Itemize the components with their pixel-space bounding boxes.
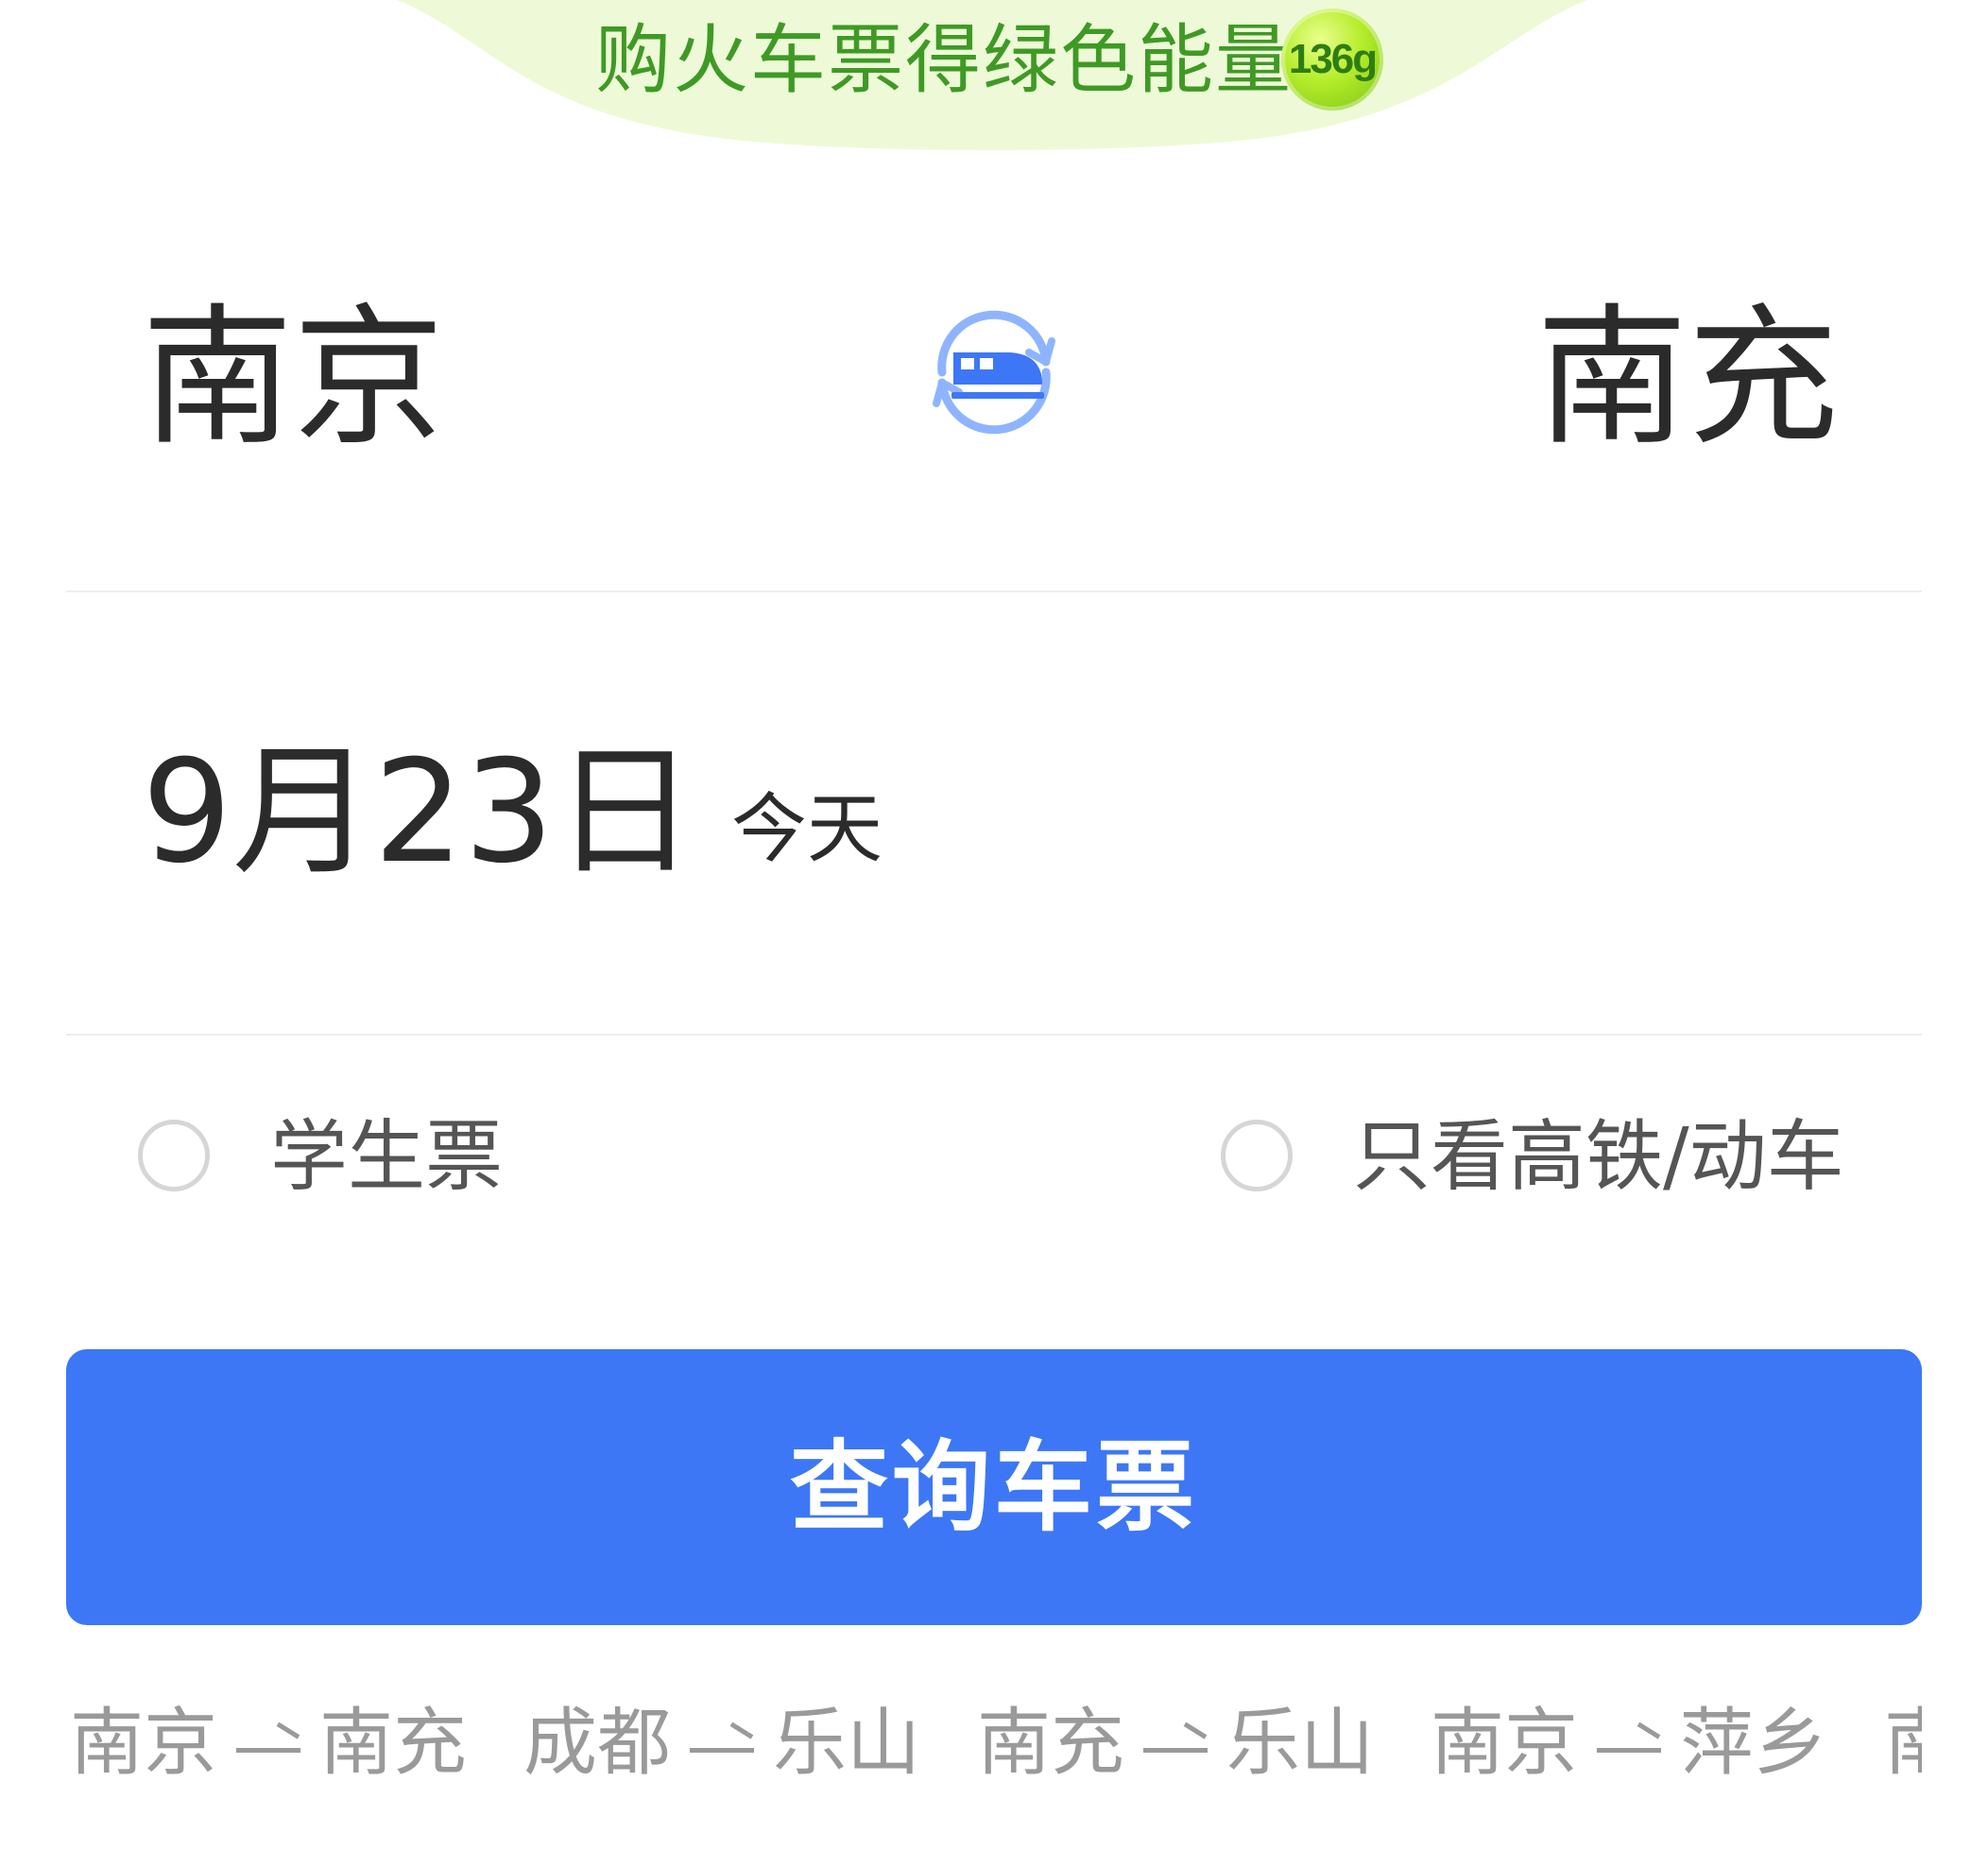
student-ticket-radio[interactable] <box>138 1120 210 1191</box>
history-from: 南京 <box>1431 1701 1579 1786</box>
date-relative-label: 今天 <box>731 785 883 873</box>
history-to: 乐山 <box>1226 1701 1375 1786</box>
history-from: 成都 <box>523 1701 672 1786</box>
history-to: 南充 <box>319 1701 468 1786</box>
highspeed-only-radio[interactable] <box>1221 1120 1293 1191</box>
history-item[interactable]: 南京 萍乡 <box>1431 1691 1827 1795</box>
divider <box>66 591 1922 592</box>
green-energy-banner[interactable]: 购火车票得绿色能量 136g <box>0 0 1988 161</box>
arrow-right-icon <box>1143 1739 1208 1757</box>
history-to: 乐山 <box>773 1701 921 1786</box>
arrow-right-icon <box>690 1739 755 1757</box>
history-item[interactable]: 南京 南充 <box>70 1691 467 1795</box>
arrival-city[interactable]: 南充 <box>1536 283 1839 472</box>
history-from: 南充 <box>977 1701 1125 1786</box>
history-to: 萍乡 <box>1680 1701 1828 1786</box>
swap-cities-button[interactable] <box>908 286 1080 458</box>
banner-text: 购火车票得绿色能量 <box>595 16 1293 104</box>
history-item[interactable]: 南 <box>1884 1691 1922 1795</box>
search-tickets-button[interactable]: 查询车票 <box>66 1349 1922 1625</box>
departure-date: 9月23日 <box>142 730 696 895</box>
departure-city[interactable]: 南京 <box>142 283 444 472</box>
train-swap-icon <box>933 310 1055 435</box>
search-history: 南京 南充 成都 乐山 南充 乐山 南京 萍乡 南 <box>70 1691 1922 1795</box>
history-from: 南京 <box>70 1701 218 1786</box>
highspeed-only-label: 只看高铁/动车 <box>1353 1112 1844 1202</box>
energy-badge: 136g <box>1281 9 1383 111</box>
divider <box>66 1034 1922 1036</box>
history-item[interactable]: 成都 乐山 <box>523 1691 920 1795</box>
student-ticket-label: 学生票 <box>270 1112 504 1202</box>
arrow-right-icon <box>1597 1739 1662 1757</box>
history-from: 南 <box>1884 1701 1922 1786</box>
history-item[interactable]: 南充 乐山 <box>977 1691 1374 1795</box>
arrow-right-icon <box>236 1739 301 1757</box>
